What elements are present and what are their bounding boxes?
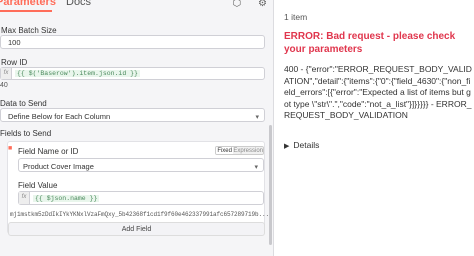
toggle-fixed[interactable]: Fixed	[216, 147, 234, 154]
max-batch-size-value: 100	[8, 38, 21, 47]
row-id-expression: {{ $('Baserow').item.json.id }}	[15, 70, 140, 77]
chevron-down-icon: ▾	[254, 164, 258, 171]
field-value-preview: mj1mstkm5zDdIkIYkYKNxlVzaFmQxy_5b42368f1…	[10, 211, 270, 218]
cube-icon[interactable]: ⬡	[233, 0, 242, 9]
field-value-label: Field Value	[18, 181, 58, 190]
max-batch-size-label: Max Batch Size	[1, 26, 57, 35]
chevron-down-icon: ▾	[255, 114, 259, 121]
panel-header-icons: ⬡ ⚙	[219, 0, 267, 9]
active-tab-indicator	[0, 10, 52, 12]
details-label: Details	[293, 140, 320, 150]
gear-icon[interactable]: ⚙	[258, 0, 267, 9]
data-to-send-value: Define Below for Each Column	[8, 112, 111, 121]
expression-fx-badge: fx	[19, 192, 30, 204]
chevron-right-icon: ▶	[284, 143, 290, 150]
toggle-expression[interactable]: Expression	[233, 147, 263, 154]
row-id-label: Row ID	[1, 58, 28, 67]
items-count: 1 item	[284, 12, 308, 22]
add-field-button[interactable]: Add Field	[8, 222, 265, 236]
panel-scrollbar[interactable]	[269, 125, 272, 245]
field-value-input[interactable]: fx {{ $json.name }}	[18, 191, 264, 205]
parameters-panel: Parameters Docs ⬡ ⚙ Max Batch Size 100 R…	[0, 0, 274, 256]
data-to-send-label: Data to Send	[0, 99, 47, 108]
row-id-input[interactable]: fx {{ $('Baserow').item.json.id }}	[0, 67, 265, 80]
fixed-expression-toggle[interactable]: Fixed Expression	[215, 146, 264, 155]
data-to-send-select[interactable]: Define Below for Each Column ▾	[0, 108, 265, 122]
output-panel: 1 item ERROR: Bad request - please check…	[275, 0, 474, 256]
expression-fx-badge: fx	[1, 68, 12, 79]
trash-icon[interactable]: ■	[8, 145, 14, 152]
details-toggle[interactable]: ▶ Details	[284, 140, 319, 150]
field-name-value: Product Cover Image	[23, 162, 94, 171]
tab-parameters[interactable]: Parameters	[0, 0, 56, 8]
fields-to-send-label: Fields to Send	[0, 129, 52, 138]
error-title: ERROR: Bad request - please check your p…	[284, 31, 456, 55]
row-id-preview: 40	[0, 82, 8, 89]
max-batch-size-input[interactable]: 100	[0, 35, 265, 49]
field-value-expression: {{ $json.name }}	[33, 195, 100, 202]
field-name-select[interactable]: Product Cover Image ▾	[18, 158, 264, 172]
field-name-label: Field Name or ID	[18, 147, 79, 156]
tab-docs[interactable]: Docs	[66, 0, 91, 8]
error-body: 400 - {"error":"ERROR_REQUEST_BODY_VALID…	[284, 64, 472, 120]
